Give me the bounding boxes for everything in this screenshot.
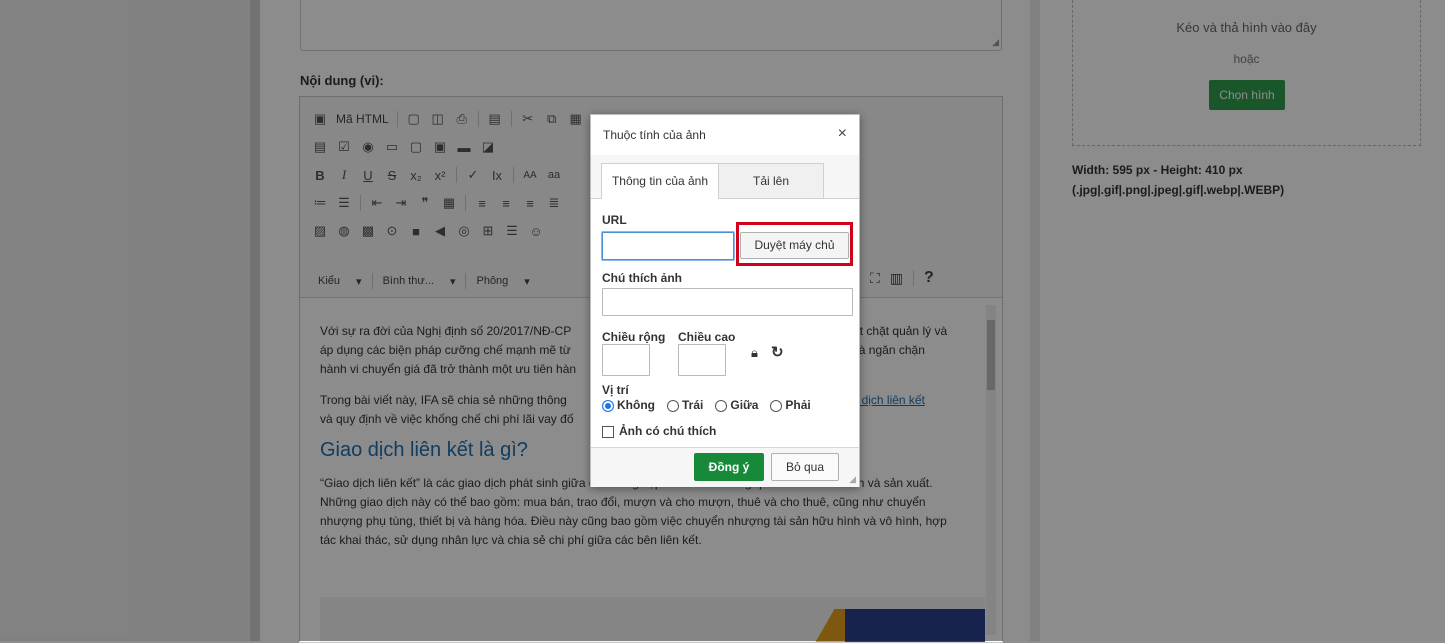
height-label: Chiều cao [678, 330, 736, 344]
caption-input[interactable] [602, 288, 853, 316]
image-properties-dialog: Thuộc tính của ảnh × Thông tin của ảnh T… [590, 114, 860, 487]
align-radio-group: Không Trái Giữa Phải [602, 398, 811, 412]
align-label: Vị trí [602, 383, 629, 397]
caption-label: Chú thích ảnh [602, 271, 682, 285]
close-icon[interactable]: × [838, 125, 847, 143]
resize-grip-icon[interactable]: ◢ [849, 474, 856, 485]
url-input[interactable] [602, 232, 734, 260]
radio-icon [770, 399, 783, 412]
checkbox-icon [602, 425, 614, 438]
ok-button[interactable]: Đồng ý [694, 453, 764, 481]
align-right-option[interactable]: Phải [770, 398, 811, 412]
cancel-button[interactable]: Bỏ qua [771, 453, 839, 481]
radio-selected-icon [602, 399, 614, 412]
width-input[interactable] [602, 344, 650, 376]
reset-size-icon[interactable]: ↻ [771, 343, 784, 361]
dialog-tabbar: Thông tin của ảnh Tải lên [591, 155, 859, 199]
radio-icon [667, 399, 679, 412]
captioned-checkbox[interactable]: Ảnh có chú thích [602, 424, 716, 438]
align-center-option[interactable]: Giữa [715, 398, 758, 412]
radio-icon [715, 399, 728, 412]
dialog-footer: Đồng ý Bỏ qua ◢ [591, 447, 859, 487]
width-label: Chiều rộng [602, 330, 666, 344]
dialog-title: Thuộc tính của ảnh [603, 128, 706, 142]
lock-ratio-icon[interactable]: 🔒︎ [751, 345, 758, 361]
align-left-option[interactable]: Trái [667, 398, 703, 412]
highlight-box [736, 222, 853, 266]
tab-upload[interactable]: Tải lên [718, 163, 824, 198]
url-label: URL [602, 213, 627, 227]
tab-image-info[interactable]: Thông tin của ảnh [601, 163, 719, 199]
align-none-option[interactable]: Không [602, 398, 655, 412]
height-input[interactable] [678, 344, 726, 376]
